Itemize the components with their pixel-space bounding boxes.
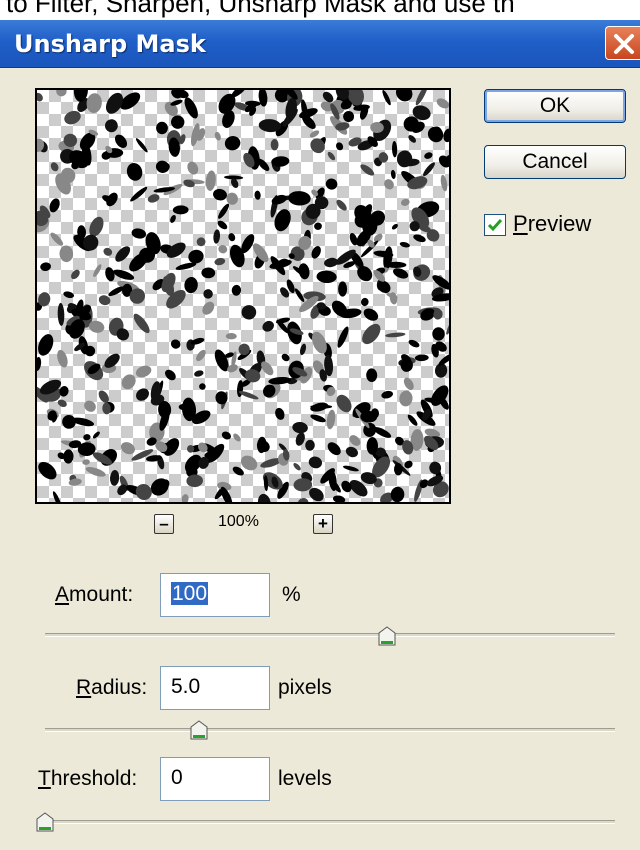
zoom-level: 100% — [218, 513, 259, 530]
threshold-slider-thumb[interactable] — [36, 812, 54, 832]
close-icon — [614, 34, 634, 54]
amount-slider-track[interactable] — [45, 633, 615, 637]
radius-slider-thumb[interactable] — [190, 720, 208, 740]
minus-icon: – — [159, 514, 169, 533]
radius-input[interactable]: 5.0 — [160, 666, 270, 710]
preview-noise-image — [37, 90, 449, 502]
radius-unit: pixels — [278, 676, 332, 699]
cancel-button[interactable]: Cancel — [484, 145, 626, 179]
zoom-in-button[interactable]: + — [313, 514, 333, 534]
amount-value: 100 — [171, 582, 209, 605]
amount-unit: % — [282, 583, 301, 606]
close-button[interactable] — [605, 26, 640, 60]
filter-preview-image[interactable] — [35, 88, 451, 504]
radius-label: Radius: — [76, 676, 148, 699]
dialog-title: Unsharp Mask — [14, 30, 206, 58]
amount-slider-thumb[interactable] — [378, 626, 396, 646]
zoom-out-button[interactable]: – — [154, 514, 174, 534]
article-text-strip: to Filter, Sharpen, Unsharp Mask and use… — [0, 0, 640, 20]
preview-checkbox[interactable] — [484, 214, 506, 236]
threshold-slider-track[interactable] — [45, 820, 615, 824]
threshold-value: 0 — [171, 766, 183, 789]
preview-label[interactable]: Preview — [513, 211, 591, 237]
radius-slider-track[interactable] — [45, 728, 615, 732]
plus-icon: + — [318, 514, 328, 533]
threshold-input[interactable]: 0 — [160, 757, 270, 801]
threshold-unit: levels — [278, 767, 332, 790]
amount-input[interactable]: 100 — [160, 573, 270, 617]
ok-button[interactable]: OK — [484, 89, 626, 123]
article-text: to Filter, Sharpen, Unsharp Mask and use… — [6, 0, 515, 18]
radius-value: 5.0 — [171, 675, 201, 698]
title-bar[interactable]: Unsharp Mask — [0, 20, 640, 68]
amount-label: Amount: — [55, 583, 134, 606]
check-icon — [487, 219, 503, 232]
threshold-label: Threshold: — [38, 767, 138, 790]
